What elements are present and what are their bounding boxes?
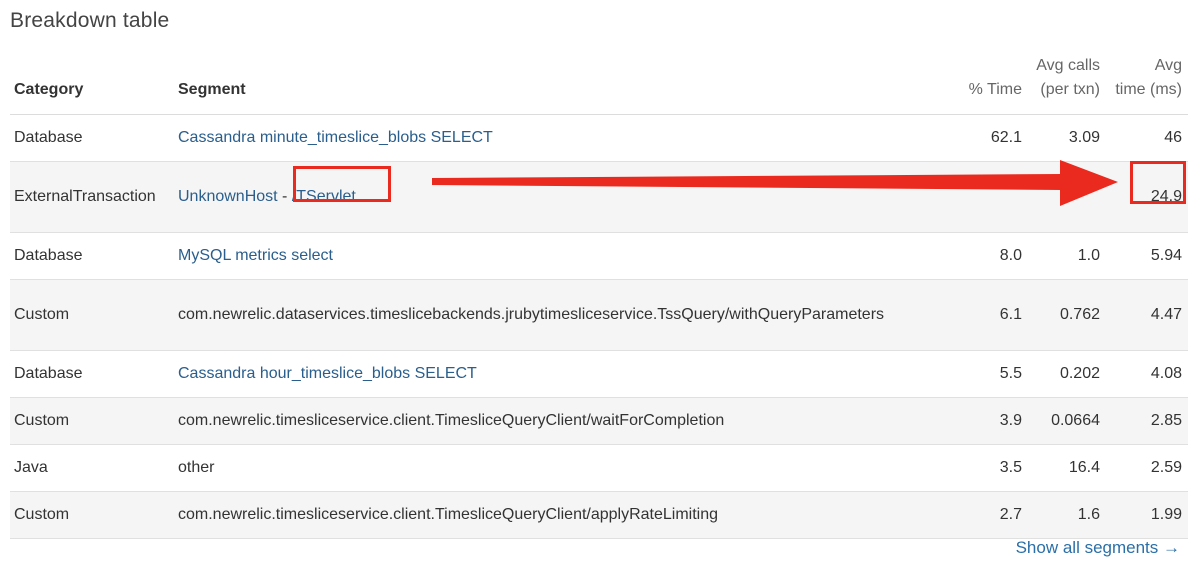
column-header-avg-time-line1: Avg xyxy=(1154,57,1182,74)
highlight-box-avg-time xyxy=(1130,161,1186,204)
column-header-segment[interactable]: Segment xyxy=(174,40,962,115)
column-header-avg-time-line2: time (ms) xyxy=(1115,81,1182,98)
show-all-segments-link[interactable]: Show all segments → xyxy=(1016,538,1180,558)
row-pct-time: 5.5 xyxy=(962,350,1028,398)
row-segment: other xyxy=(174,444,962,492)
row-avg-calls: 1.0 xyxy=(1028,232,1106,280)
column-header-category[interactable]: Category xyxy=(10,40,174,115)
row-pct-time-value: 22.0 xyxy=(990,188,1022,205)
column-header-avg-calls-line2: (per txn) xyxy=(1040,81,1100,98)
row-category: Database xyxy=(10,232,174,280)
segment-link[interactable]: Cassandra minute_timeslice_blobs SELECT xyxy=(178,129,493,146)
row-pct-time: 8.0 xyxy=(962,232,1028,280)
breakdown-table: Category Segment % Time Avg calls (per t… xyxy=(10,40,1188,539)
column-header-pct-time[interactable]: % Time xyxy=(962,40,1028,115)
table-row: Java other 3.5 16.4 2.59 xyxy=(10,444,1188,492)
row-category: Database xyxy=(10,114,174,162)
row-segment: com.newrelic.timesliceservice.client.Tim… xyxy=(174,397,962,445)
row-avg-calls: 3.09 xyxy=(1028,114,1106,162)
segment-text: com.newrelic.timesliceservice.client.Tim… xyxy=(178,506,719,523)
segment-link[interactable]: MySQL metrics select xyxy=(178,247,333,264)
row-avg-time: 4.47 xyxy=(1106,279,1188,351)
row-avg-time: 5.94 xyxy=(1106,232,1188,280)
table-row: Custom com.newrelic.timesliceservice.cli… xyxy=(10,491,1188,539)
row-category: Custom xyxy=(10,491,174,539)
segment-text: com.newrelic.dataservices.timeslicebacke… xyxy=(178,306,885,323)
row-category: Java xyxy=(10,444,174,492)
table-row: Custom com.newrelic.dataservices.timesli… xyxy=(10,279,1188,351)
section-title: Breakdown table xyxy=(10,9,170,32)
row-segment: com.newrelic.dataservices.timeslicebacke… xyxy=(174,279,962,351)
row-category: Custom xyxy=(10,397,174,445)
row-pct-time: 2.7 xyxy=(962,491,1028,539)
column-header-avg-calls-line1: Avg calls xyxy=(1036,57,1100,74)
segment-separator: - xyxy=(277,188,292,205)
row-avg-calls: 16.4 xyxy=(1028,444,1106,492)
table-row: ExternalTransaction UnknownHost - /TServ… xyxy=(10,161,1188,233)
row-pct-time: 62.1 xyxy=(962,114,1028,162)
row-segment: com.newrelic.timesliceservice.client.Tim… xyxy=(174,491,962,539)
table-row: Custom com.newrelic.timesliceservice.cli… xyxy=(10,397,1188,445)
segment-link[interactable]: Cassandra hour_timeslice_blobs SELECT xyxy=(178,365,477,382)
row-category: Custom xyxy=(10,279,174,351)
table-row: Database MySQL metrics select 8.0 1.0 5.… xyxy=(10,232,1188,280)
segment-text: com.newrelic.timesliceservice.client.Tim… xyxy=(178,412,725,429)
row-avg-calls: 1.6 xyxy=(1028,491,1106,539)
row-category: Database xyxy=(10,350,174,398)
row-pct-time: 6.1 xyxy=(962,279,1028,351)
row-category: ExternalTransaction xyxy=(10,161,174,233)
row-avg-time: 46 xyxy=(1106,114,1188,162)
segment-text: other xyxy=(178,459,215,476)
column-header-avg-time[interactable]: Avg time (ms) xyxy=(1106,40,1188,115)
row-segment: Cassandra hour_timeslice_blobs SELECT xyxy=(174,350,962,398)
row-avg-time: 4.08 xyxy=(1106,350,1188,398)
row-pct-time: 3.5 xyxy=(962,444,1028,492)
row-avg-calls: 0.202 xyxy=(1028,350,1106,398)
segment-link-host[interactable]: UnknownHost xyxy=(178,188,278,205)
row-avg-time: 2.85 xyxy=(1106,397,1188,445)
highlight-box-segment xyxy=(293,166,391,202)
row-segment: MySQL metrics select xyxy=(174,232,962,280)
table-row: Database Cassandra hour_timeslice_blobs … xyxy=(10,350,1188,398)
row-avg-calls-value: 1.0 xyxy=(1077,188,1100,205)
row-avg-calls: 0.0664 xyxy=(1028,397,1106,445)
table-row: Database Cassandra minute_timeslice_blob… xyxy=(10,114,1188,162)
row-avg-time: 1.99 xyxy=(1106,491,1188,539)
table-header-row: Category Segment % Time Avg calls (per t… xyxy=(10,40,1188,115)
row-pct-time: 3.9 xyxy=(962,397,1028,445)
breakdown-panel: Breakdown table Category Segment % Time … xyxy=(10,0,1188,564)
row-pct-time: 22.0 xyxy=(962,161,1028,233)
row-avg-time: 2.59 xyxy=(1106,444,1188,492)
column-header-avg-calls[interactable]: Avg calls (per txn) xyxy=(1028,40,1106,115)
row-avg-calls: 0.762 xyxy=(1028,279,1106,351)
row-avg-calls: 1.0 xyxy=(1028,161,1106,233)
row-segment: Cassandra minute_timeslice_blobs SELECT xyxy=(174,114,962,162)
